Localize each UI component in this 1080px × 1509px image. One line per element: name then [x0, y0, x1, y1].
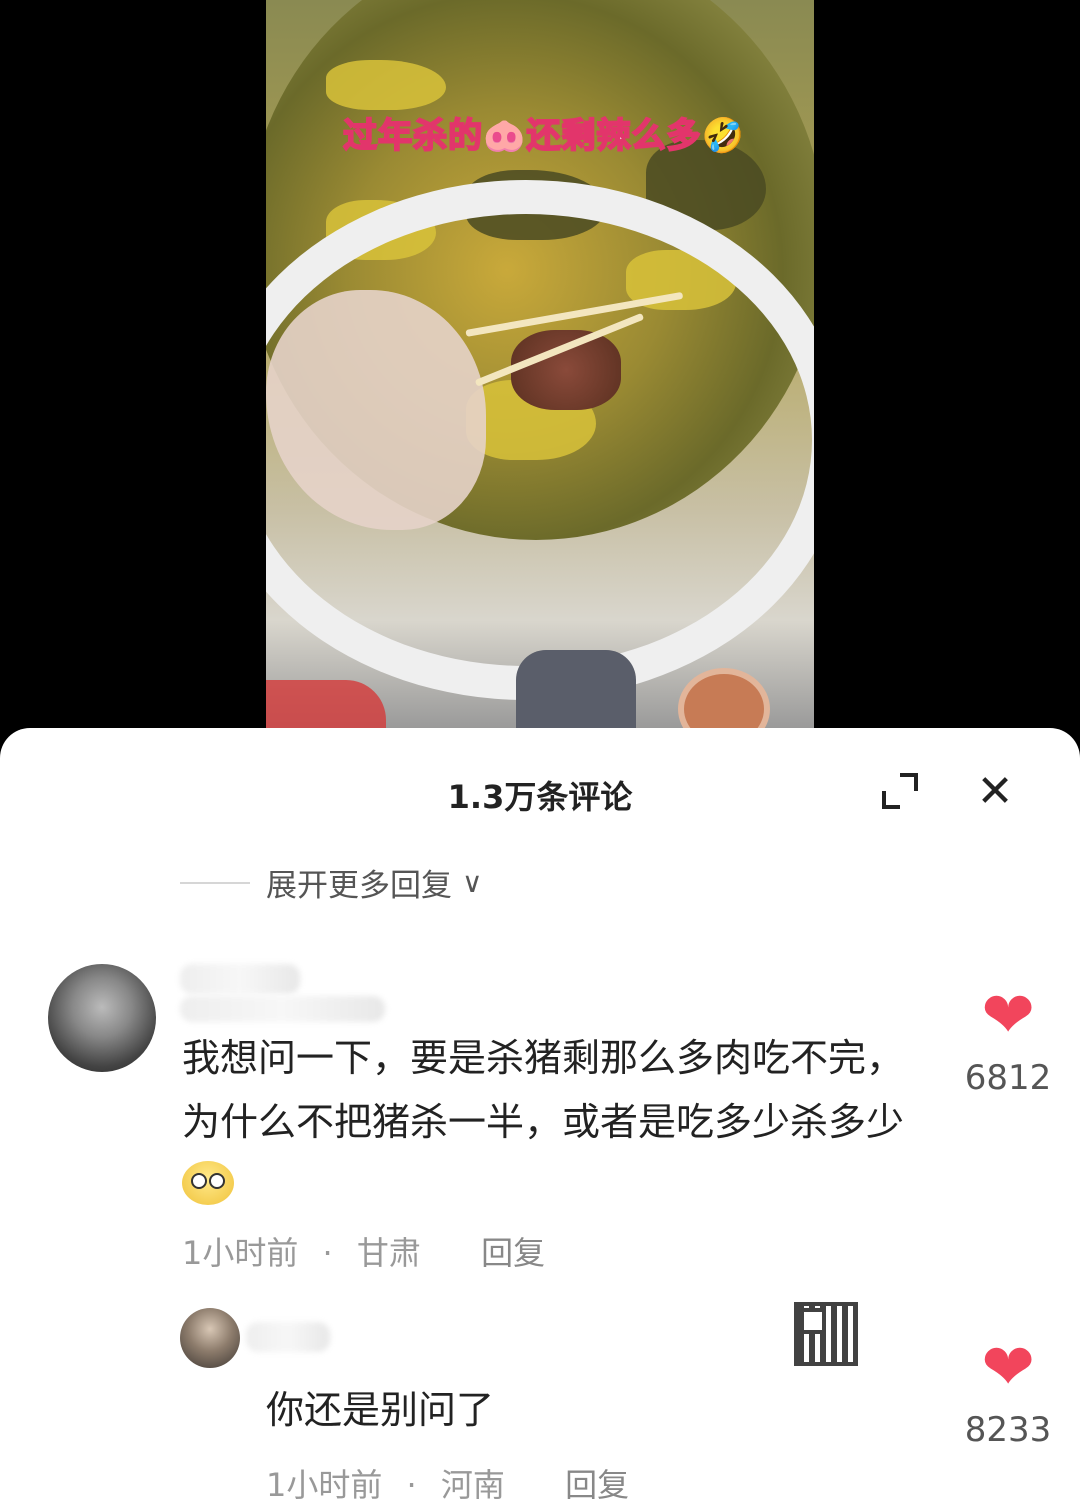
username-redacted [180, 996, 385, 1022]
username-redacted[interactable] [180, 964, 300, 994]
comment-location: 甘肃 [356, 1234, 421, 1272]
comment-time: 1小时前 [182, 1234, 299, 1272]
expand-icon-graphic [882, 773, 918, 809]
watermark [340, 740, 740, 776]
qr-code-icon [794, 1302, 858, 1366]
comments-sheet: 1.3万条评论 ✕ 展开更多回复 ∨ 我想问一下，要是杀猪剩那么多肉吃不完，为什… [0, 728, 1080, 1509]
heart-icon: ❤ [981, 979, 1035, 1053]
meta-separator: · [406, 1466, 417, 1504]
expand-more-replies[interactable]: 展开更多回复 ∨ [180, 860, 483, 905]
close-icon[interactable]: ✕ [970, 766, 1020, 817]
video-caption: 过年杀的🐽还剩辣么多🤣 [342, 115, 745, 157]
username-redacted[interactable] [246, 1322, 330, 1352]
video-area: 过年杀的🐽还剩辣么多🤣 [0, 0, 1080, 730]
expand-more-replies-label: 展开更多回复 [266, 868, 452, 904]
like-count: 8233 [964, 1410, 1052, 1450]
like-button[interactable]: ❤ 6812 [958, 984, 1058, 1098]
comment-body: 我想问一下，要是杀猪剩那么多肉吃不完，为什么不把猪杀一半，或者是吃多少杀多少 [182, 1036, 905, 1144]
like-count: 6812 [964, 1058, 1052, 1098]
comment-meta: 1小时前 · 甘肃 回复 [182, 1228, 545, 1274]
shoe [678, 668, 770, 730]
red-object [266, 680, 386, 730]
comment-meta: 1小时前 · 河南 回复 [266, 1460, 629, 1506]
comment-location: 河南 [440, 1466, 505, 1504]
food-leaf [326, 60, 446, 110]
expand-icon[interactable] [875, 766, 925, 816]
silly-face-emoji-icon [182, 1161, 234, 1205]
comment-text: 我想问一下，要是杀猪剩那么多肉吃不完，为什么不把猪杀一半，或者是吃多少杀多少 [182, 1026, 922, 1218]
divider-line [180, 881, 250, 884]
meta-separator: · [322, 1234, 333, 1272]
reply-button[interactable]: 回复 [481, 1234, 545, 1272]
like-button[interactable]: ❤ 8233 [958, 1336, 1058, 1450]
chevron-down-icon: ∨ [462, 866, 483, 899]
video-frame[interactable]: 过年杀的🐽还剩辣么多🤣 [266, 0, 814, 730]
legs [516, 650, 636, 730]
reply-button[interactable]: 回复 [565, 1466, 629, 1504]
comment-time: 1小时前 [266, 1466, 383, 1504]
heart-icon: ❤ [981, 1331, 1035, 1405]
avatar[interactable] [48, 964, 156, 1072]
comment-text: 你还是别问了 [266, 1388, 495, 1432]
avatar[interactable] [180, 1308, 240, 1368]
